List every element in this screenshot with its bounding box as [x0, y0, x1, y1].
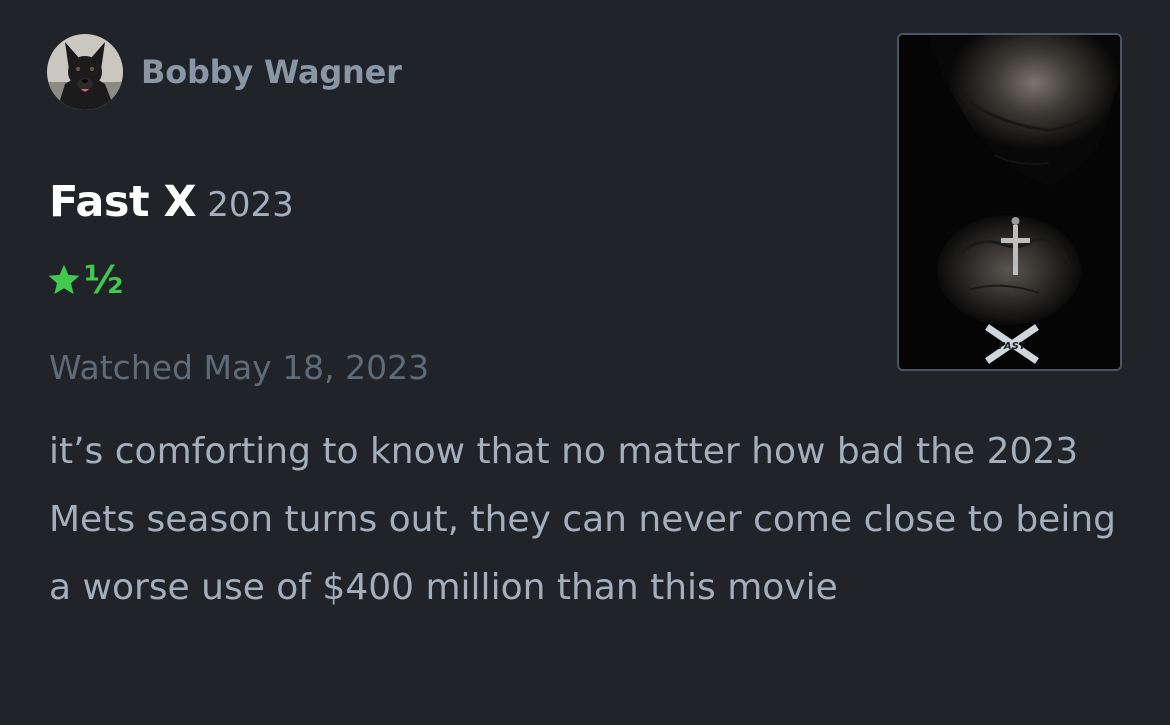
film-heading: Fast X 2023: [49, 172, 294, 241]
author-name[interactable]: Bobby Wagner: [141, 50, 402, 94]
star-icon: [48, 264, 80, 295]
star-rating: ½: [46, 258, 123, 302]
film-poster[interactable]: FAST: [897, 33, 1122, 371]
film-year[interactable]: 2023: [207, 185, 294, 225]
svg-text:FAST: FAST: [998, 341, 1026, 352]
author-avatar[interactable]: [47, 34, 123, 110]
watched-date[interactable]: Watched May 18, 2023: [49, 345, 429, 391]
review-card: Bobby Wagner Fast X 2023 ½ Watched May 1…: [0, 0, 1170, 725]
review-text: it’s comforting to know that no matter h…: [49, 431, 1116, 608]
poster-image: FAST: [899, 35, 1120, 369]
film-title[interactable]: Fast X: [49, 177, 197, 227]
half-star-glyph: ½: [84, 258, 124, 302]
dog-avatar-image: [47, 34, 123, 110]
